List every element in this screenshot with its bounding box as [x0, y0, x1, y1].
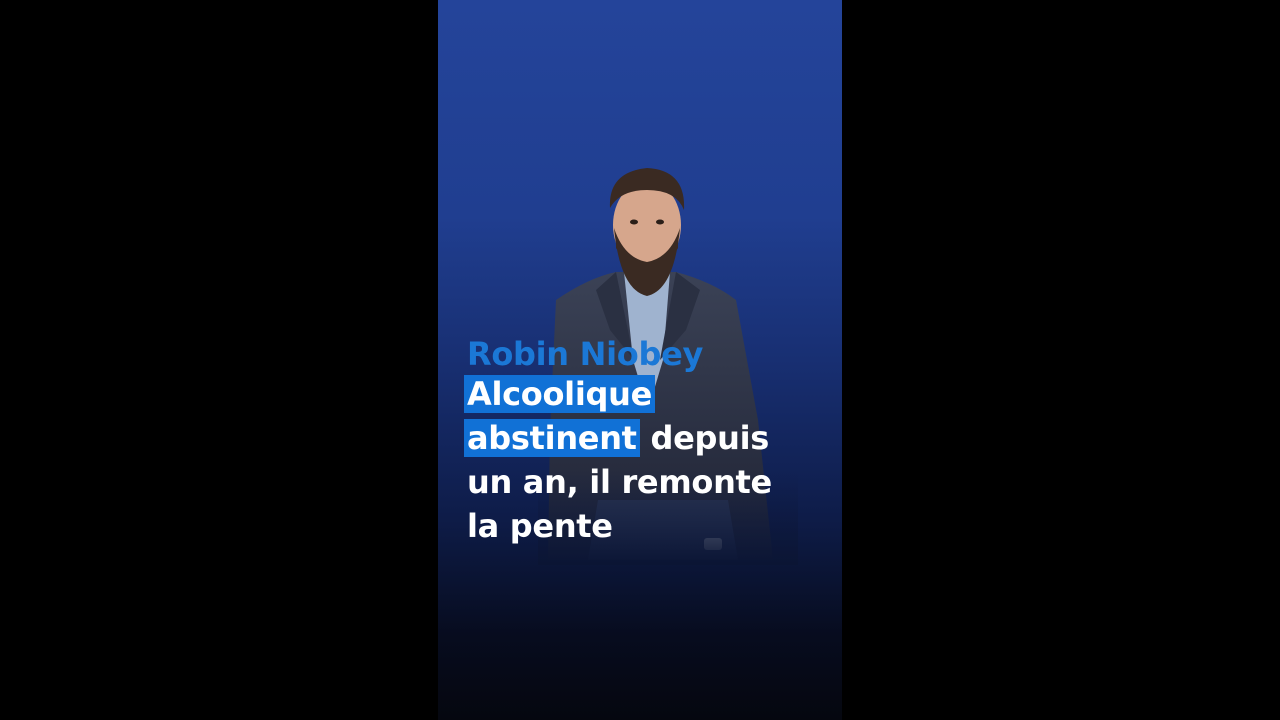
- headline-line-2: abstinent depuis: [464, 416, 827, 460]
- person-name: Robin Niobey: [467, 335, 704, 373]
- highlight-abstinent: abstinent: [464, 419, 640, 457]
- headline-caption: Robin Niobey Alcoolique abstinent depuis…: [464, 335, 827, 548]
- headline-line-4: la pente: [467, 507, 613, 545]
- headline-line-1: Alcoolique: [464, 372, 827, 416]
- headline-depuis: depuis: [639, 419, 770, 457]
- headline-line-3: un an, il remonte: [467, 463, 772, 501]
- highlight-alcoolique: Alcoolique: [464, 375, 656, 413]
- video-frame[interactable]: Robin Niobey Alcoolique abstinent depuis…: [438, 0, 842, 720]
